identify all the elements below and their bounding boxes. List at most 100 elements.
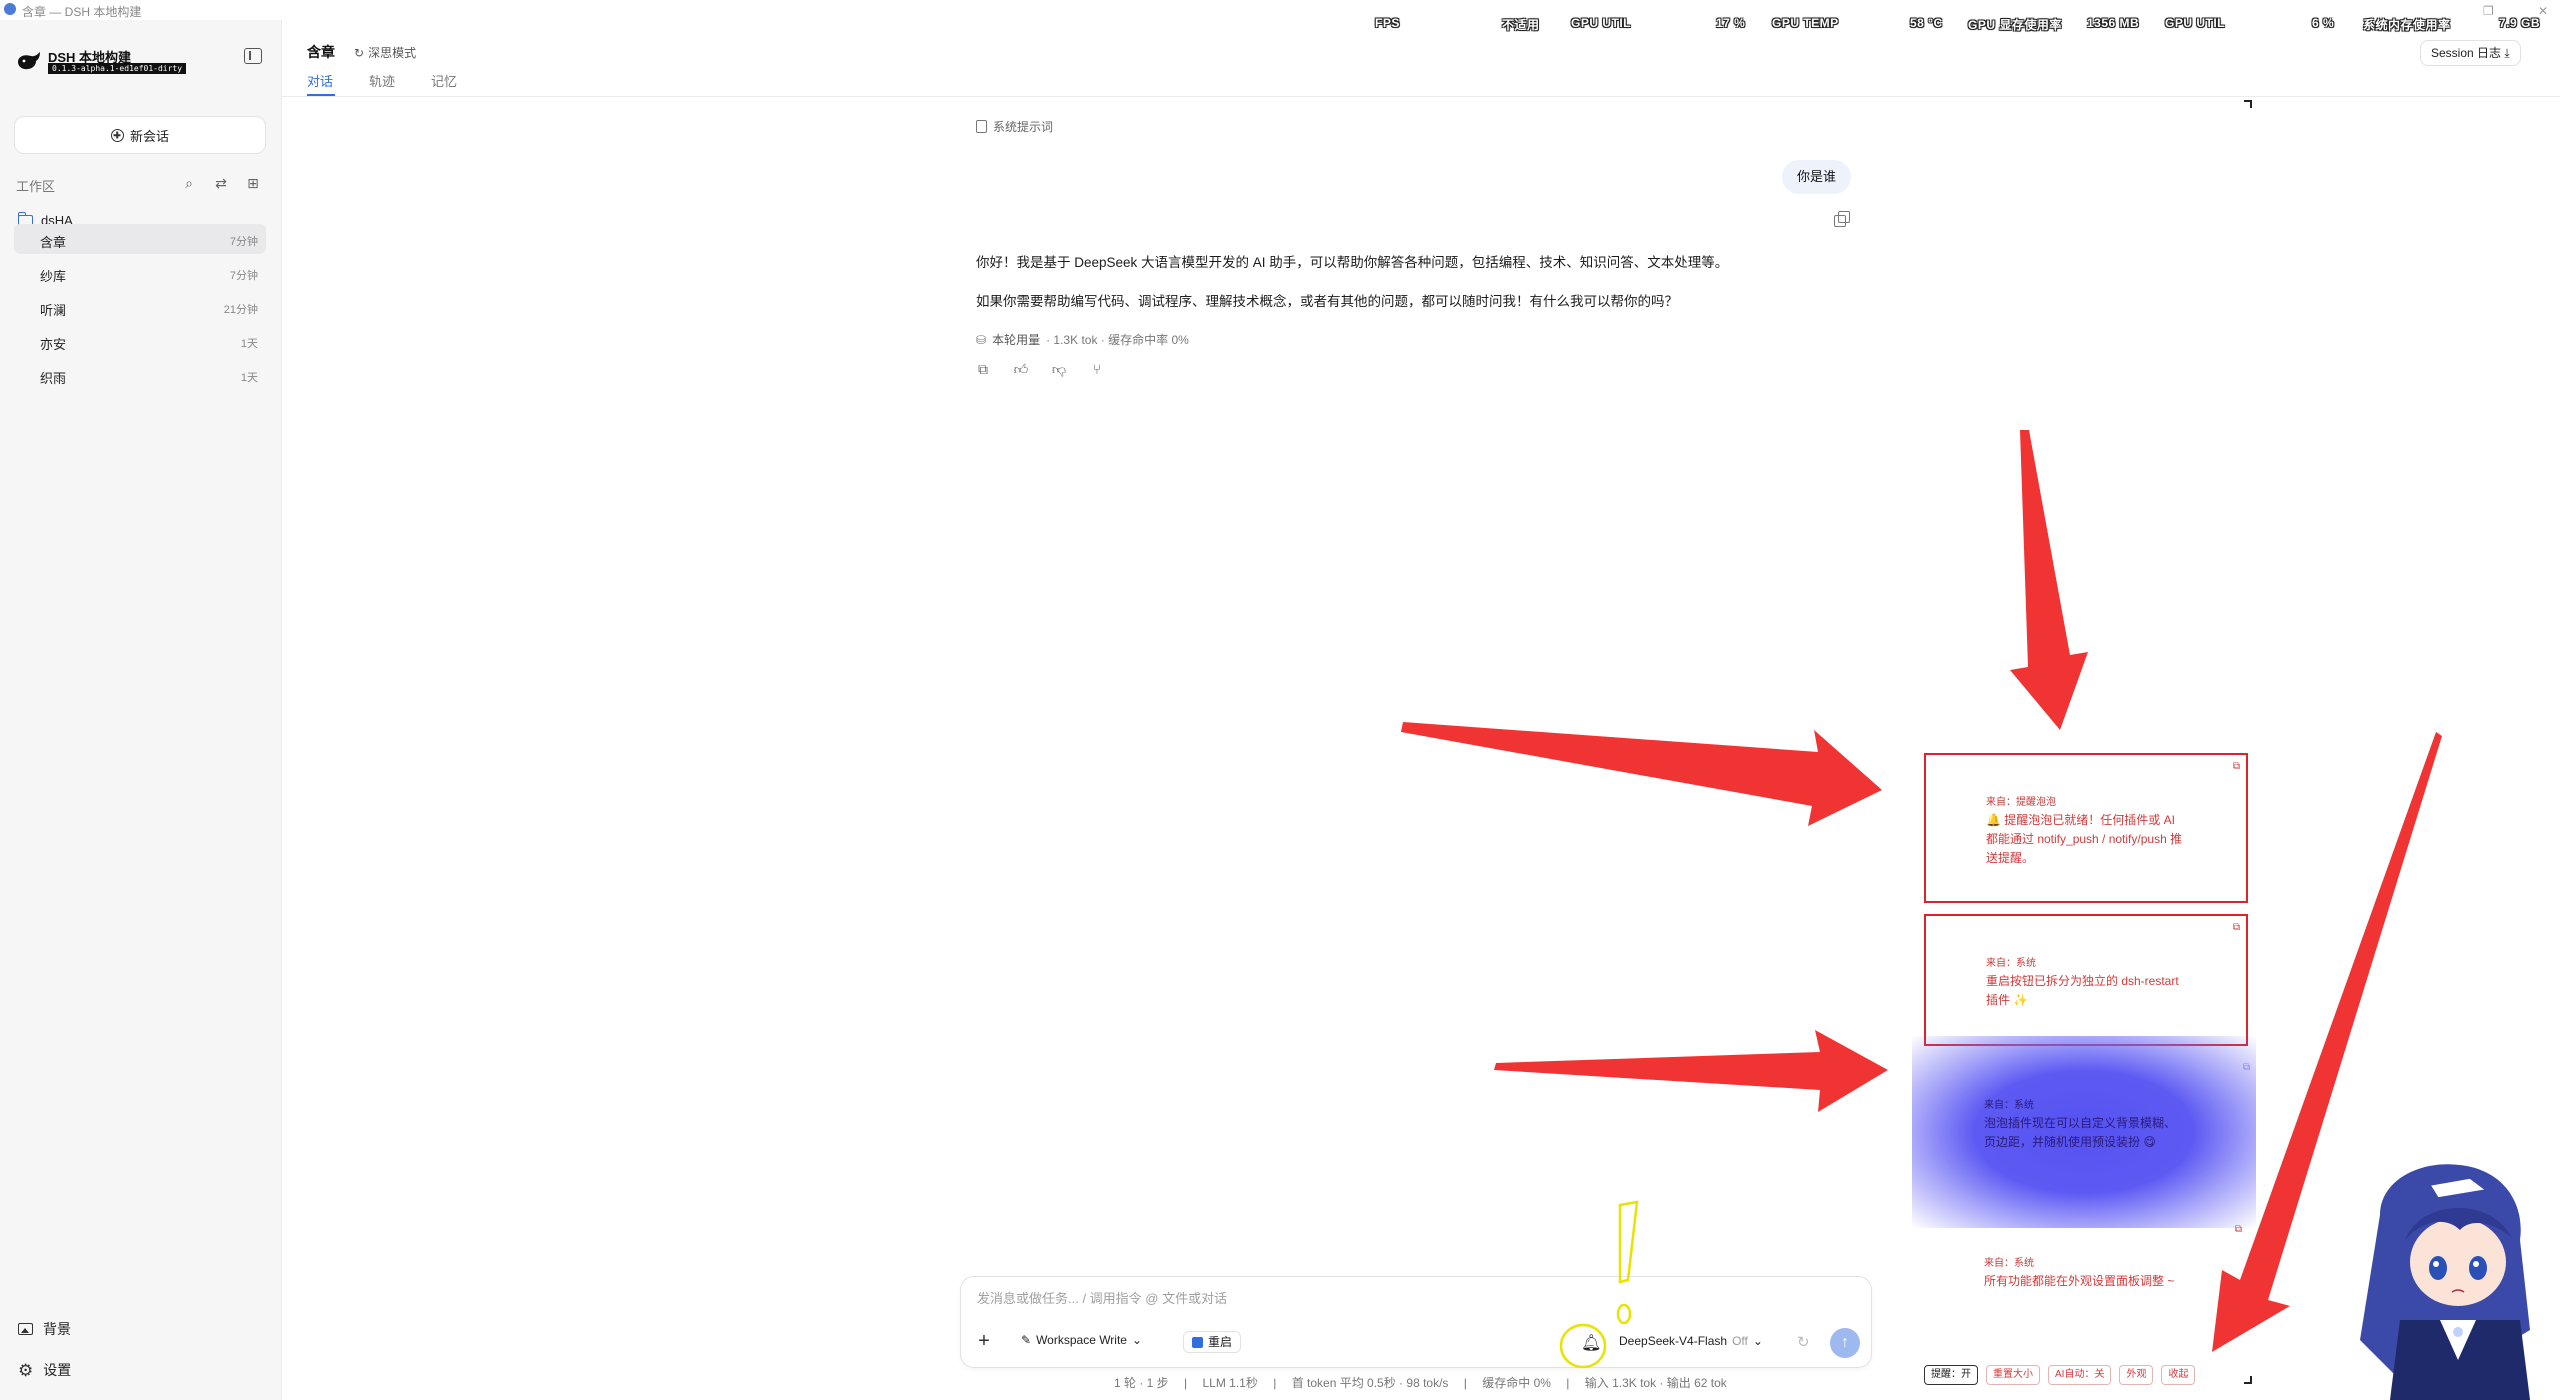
system-prompt-toggle[interactable]: 系统提示词 bbox=[976, 118, 1053, 135]
background-button[interactable]: 背景 bbox=[18, 1319, 71, 1339]
filter-icon[interactable]: ⇄ bbox=[212, 174, 230, 192]
resize-corner-icon[interactable] bbox=[2244, 100, 2252, 108]
copy-reply-icon[interactable]: ⧉ bbox=[974, 360, 992, 378]
red-arrow-right-upper bbox=[1401, 722, 1882, 826]
notification-source: 来自：提醒泡泡 bbox=[1986, 797, 2056, 808]
usage-detail: · 1.3K tok · 缓存命中率 0% bbox=[1046, 333, 1189, 347]
thumbs-up-icon[interactable]: 👍︎ bbox=[1012, 360, 1030, 378]
yellow-exclamation-stroke bbox=[1618, 1200, 1639, 1284]
window-title: 含章 — DSH 本地构建 bbox=[22, 5, 142, 19]
send-button[interactable]: ↑ bbox=[1830, 1328, 1860, 1358]
collapse-bubbles-button[interactable]: 收起 bbox=[2161, 1365, 2196, 1385]
sidebar: DSH 本地构建 0.1.3-alpha.1-ed1ef01-dirty 新会话… bbox=[0, 20, 282, 1400]
tab-trace[interactable]: 轨迹 bbox=[369, 71, 395, 90]
red-arrow-down bbox=[2010, 430, 2088, 730]
session-name: 含章 bbox=[40, 235, 67, 250]
new-chat-label: 新会话 bbox=[129, 128, 169, 144]
notification-bubble: ⧉ 来自：提醒泡泡 🔔 提醒泡泡已就绪！任何插件或 AI 都能通过 notify… bbox=[1924, 753, 2248, 903]
app-version-badge: 0.1.3-alpha.1-ed1ef01-dirty bbox=[48, 63, 187, 74]
status-llm-time: LLM 1.1秒 bbox=[1202, 1376, 1258, 1390]
message-input[interactable] bbox=[977, 1291, 1837, 1306]
conversation-title: 含章 bbox=[307, 44, 335, 60]
notification-message: 重启按钮已拆分为独立的 dsh-restart 插件 ✨ bbox=[1986, 974, 2179, 1007]
session-time: 7分钟 bbox=[229, 236, 258, 248]
refresh-cycle-icon: ↻ bbox=[354, 45, 365, 60]
session-time: 1天 bbox=[240, 338, 258, 350]
session-item[interactable]: 织雨 1天 bbox=[14, 360, 266, 390]
background-label: 背景 bbox=[43, 1321, 71, 1337]
appearance-button[interactable]: 外观 bbox=[2119, 1365, 2154, 1385]
session-log-button[interactable]: Session 日志 ⤓ bbox=[2420, 40, 2521, 66]
session-name: 听澜 bbox=[40, 303, 67, 318]
copy-icon[interactable]: ⧉ bbox=[2233, 761, 2240, 772]
workspace-heading: 工作区 bbox=[16, 179, 56, 194]
status-separator: | bbox=[1273, 1376, 1277, 1390]
reminder-toggle[interactable]: 提醒：开 bbox=[1924, 1365, 1978, 1385]
restart-plugin-icon bbox=[1192, 1336, 1203, 1348]
model-name: DeepSeek-V4-Flash bbox=[1619, 1334, 1728, 1348]
bell-icon[interactable]: 🔔︎ bbox=[1581, 1333, 1601, 1353]
restore-window-button[interactable]: ❐ bbox=[2483, 4, 2494, 18]
copy-icon[interactable] bbox=[1834, 211, 1850, 227]
hud-gpu-util-label: GPU UTIL bbox=[1571, 16, 1631, 30]
edit-shield-icon: ✎ bbox=[1021, 1333, 1032, 1347]
session-name: 纱库 bbox=[40, 269, 67, 284]
chevron-down-icon: ⌄ bbox=[1131, 1333, 1143, 1347]
copy-icon[interactable]: ⧉ bbox=[2233, 922, 2240, 933]
new-chat-button[interactable]: 新会话 bbox=[14, 116, 266, 154]
regenerate-icon[interactable]: ↻ bbox=[1797, 1333, 1810, 1351]
focus-mode-toggle[interactable]: ↻ 深思模式 bbox=[354, 44, 416, 61]
tab-memory[interactable]: 记忆 bbox=[431, 71, 457, 90]
status-token-io: 输入 1.3K tok · 输出 62 tok bbox=[1584, 1376, 1727, 1390]
session-time: 1天 bbox=[240, 372, 258, 384]
thumbs-down-icon[interactable]: 👎︎ bbox=[1050, 360, 1068, 378]
copy-icon[interactable]: ⧉ bbox=[2243, 1062, 2250, 1073]
branch-icon[interactable]: ⑂ bbox=[1088, 360, 1106, 378]
workspace-mode-select[interactable]: ✎ Workspace Write ⌄ bbox=[1021, 1333, 1142, 1347]
hud-gpu2-util-label: GPU UTIL bbox=[2165, 16, 2225, 30]
restart-button[interactable]: 重启 bbox=[1183, 1331, 1242, 1353]
reset-size-button[interactable]: 重置大小 bbox=[1986, 1365, 2040, 1385]
notification-source: 来自：系统 bbox=[1984, 1100, 2034, 1111]
whale-logo-icon bbox=[18, 52, 40, 70]
tab-chat[interactable]: 对话 bbox=[307, 71, 333, 90]
search-icon[interactable]: ⌕ bbox=[180, 174, 198, 192]
hud-mem-value: 7.9 GB bbox=[2499, 16, 2541, 30]
resize-corner-icon[interactable] bbox=[2244, 1376, 2252, 1384]
notification-source: 来自：系统 bbox=[1984, 1258, 2034, 1269]
document-icon bbox=[976, 120, 987, 133]
hud-fps-label: FPS bbox=[1375, 16, 1400, 30]
session-item[interactable]: 听澜 21分钟 bbox=[14, 292, 266, 322]
add-attachment-button[interactable]: + bbox=[973, 1331, 995, 1353]
sidebar-collapse-icon[interactable] bbox=[244, 48, 262, 64]
notification-source: 来自：系统 bbox=[1986, 958, 2036, 969]
workspace-mode-value: Workspace Write bbox=[1036, 1333, 1127, 1347]
status-turns: 1 轮 · 1 步 bbox=[1114, 1376, 1169, 1390]
restart-label: 重启 bbox=[1208, 1335, 1233, 1349]
status-first-token: 首 token 平均 0.5秒 · 98 tok/s bbox=[1291, 1376, 1449, 1390]
app-logo-icon bbox=[4, 3, 16, 15]
hud-fps-value: 不适用 bbox=[1502, 18, 1540, 32]
image-icon bbox=[18, 1323, 33, 1335]
copy-icon[interactable]: ⧉ bbox=[2235, 1224, 2242, 1235]
assistant-reply-paragraph: 如果你需要帮助编写代码、调试程序、理解技术概念，或者有其他的问题，都可以随时问我… bbox=[976, 294, 1678, 309]
session-item[interactable]: 含章 7分钟 bbox=[14, 224, 266, 254]
notification-toolbar: 提醒：开 重置大小 AI自动：关 外观 收起 bbox=[1924, 1365, 2196, 1385]
status-bar: 1 轮 · 1 步 | LLM 1.1秒 | 首 token 平均 0.5秒 ·… bbox=[1108, 1374, 1733, 1391]
hud-gpu2-util-value: 6 % bbox=[2312, 16, 2335, 30]
notification-bubble: ⧉ 来自：系统 重启按钮已拆分为独立的 dsh-restart 插件 ✨ bbox=[1924, 914, 2248, 1046]
status-separator: | bbox=[1566, 1376, 1570, 1390]
status-separator: | bbox=[1184, 1376, 1188, 1390]
model-select[interactable]: DeepSeek-V4-Flash Off ⌄ bbox=[1619, 1334, 1763, 1348]
hud-mem-label: 系统内存使用率 bbox=[2363, 18, 2451, 32]
notification-bubble: ⧉ 来自：系统 泡泡插件现在可以自定义背景模糊、页边距，并随机使用预设装扮 😋 bbox=[1912, 1036, 2256, 1228]
new-folder-icon[interactable]: ⊞ bbox=[244, 174, 262, 192]
ai-push-toggle[interactable]: AI自动：关 bbox=[2048, 1365, 2112, 1385]
hud-vram-value: 1356 MB bbox=[2087, 16, 2140, 30]
session-item[interactable]: 亦安 1天 bbox=[14, 326, 266, 356]
settings-button[interactable]: ⚙ 设置 bbox=[18, 1360, 71, 1380]
user-message-bubble: 你是谁 bbox=[1782, 160, 1852, 194]
session-name: 织雨 bbox=[40, 371, 67, 386]
session-item[interactable]: 纱库 7分钟 bbox=[14, 258, 266, 288]
status-separator: | bbox=[1463, 1376, 1467, 1390]
